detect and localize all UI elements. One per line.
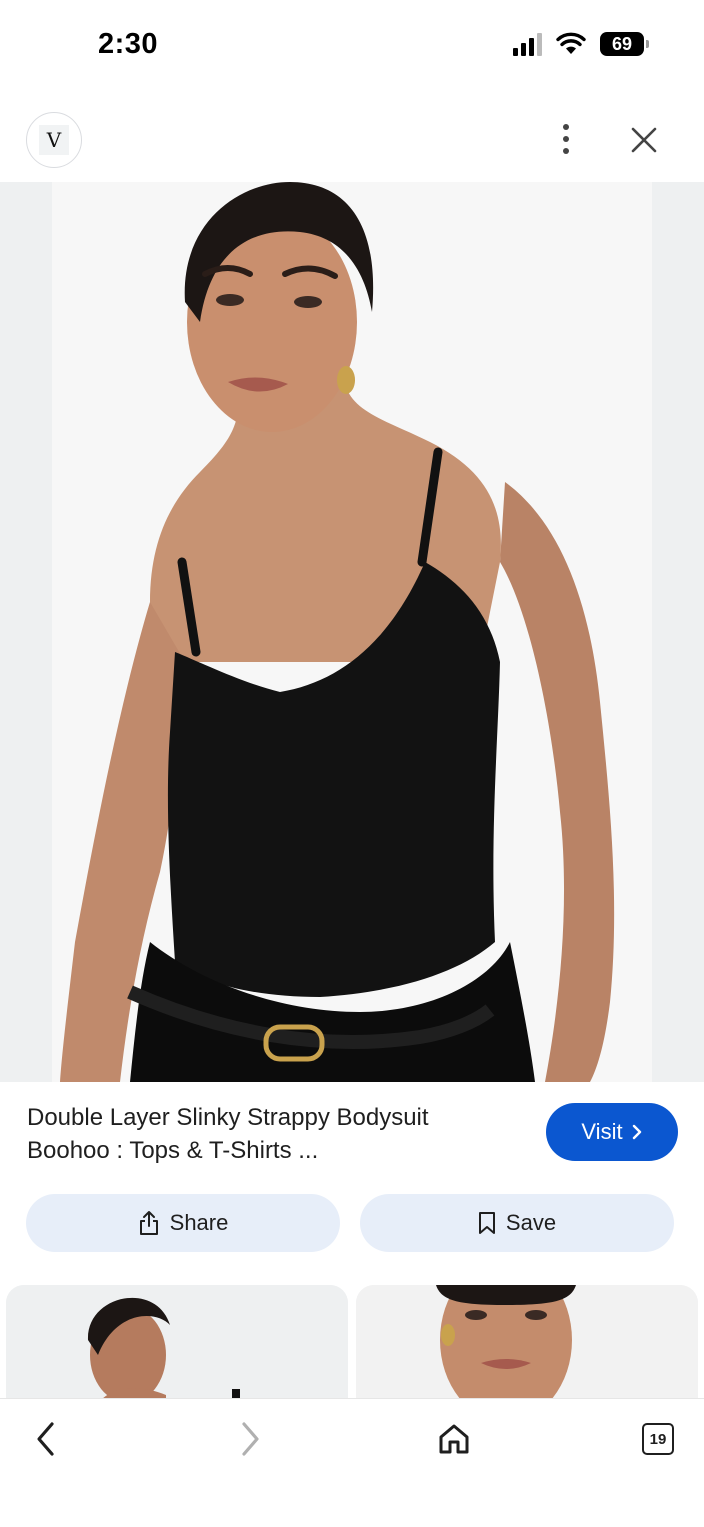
related-image-thumbnail[interactable]: [6, 1285, 348, 1400]
home-icon: [439, 1424, 469, 1454]
result-title[interactable]: Double Layer Slinky Strappy Bodysuit Boo…: [27, 1101, 507, 1167]
more-options-button[interactable]: [546, 116, 586, 162]
share-button-label: Share: [169, 1210, 229, 1235]
battery-icon: 69: [600, 32, 649, 56]
site-favicon-letter: V: [39, 125, 69, 155]
cellular-signal-icon: [513, 32, 542, 56]
tabs-button[interactable]: 19: [634, 1415, 682, 1463]
related-image-thumbnail[interactable]: [356, 1285, 698, 1400]
close-button[interactable]: [622, 118, 666, 162]
more-vert-icon: [563, 124, 569, 130]
save-button[interactable]: Save: [360, 1194, 674, 1252]
back-button[interactable]: [22, 1415, 70, 1463]
chevron-right-icon: [632, 1124, 641, 1140]
visit-button[interactable]: Visit: [546, 1103, 678, 1161]
related-photo: [6, 1285, 348, 1400]
forward-button[interactable]: [226, 1415, 274, 1463]
battery-level: 69: [611, 33, 633, 54]
status-bar: 2:30 69: [0, 0, 704, 92]
status-icons: 69: [513, 32, 649, 56]
result-title-line2: Boohoo : Tops & T-Shirts ...: [27, 1137, 319, 1164]
wifi-icon: [556, 32, 586, 54]
product-image[interactable]: [0, 182, 704, 1082]
home-button[interactable]: [430, 1415, 478, 1463]
share-icon: [139, 1211, 158, 1235]
product-photo: [0, 182, 704, 1082]
tab-count-icon: 19: [642, 1423, 674, 1455]
related-photo: [356, 1285, 698, 1400]
bookmark-icon: [478, 1212, 495, 1234]
save-button-label: Save: [505, 1210, 557, 1235]
image-viewer-header: V: [0, 92, 704, 182]
share-button[interactable]: Share: [26, 1194, 340, 1252]
status-time: 2:30: [98, 28, 159, 60]
site-favicon[interactable]: V: [26, 112, 82, 168]
chevron-left-icon: [37, 1422, 54, 1456]
browser-bottom-bar: 19: [0, 1398, 704, 1527]
visit-button-label: Visit: [581, 1119, 623, 1144]
result-title-line1: Double Layer Slinky Strappy Bodysuit: [27, 1104, 429, 1131]
close-icon: [631, 127, 657, 153]
chevron-right-icon: [242, 1422, 259, 1456]
